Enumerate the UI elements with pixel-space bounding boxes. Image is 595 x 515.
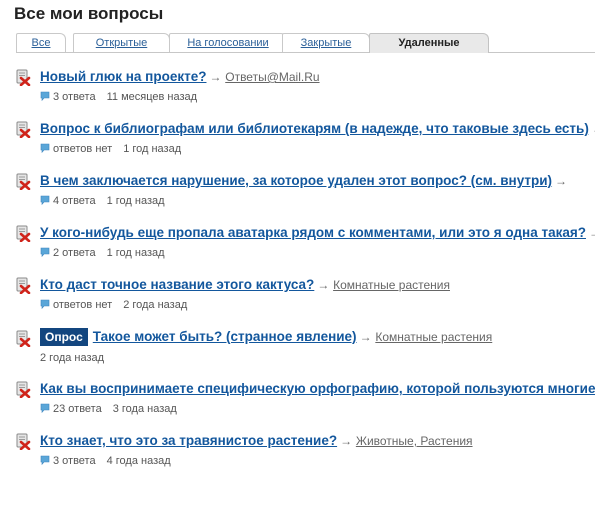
question-row: В чем заключается нарушение, за которое … bbox=[0, 171, 595, 215]
speech-bubble-icon bbox=[40, 143, 50, 154]
category-arrow: → bbox=[588, 226, 595, 240]
question-row: У кого-нибудь еще пропала аватарка рядом… bbox=[0, 223, 595, 267]
question-title-line: Как вы воспринимаете специфическую орфог… bbox=[40, 379, 595, 399]
category-link[interactable]: Ответы@Mail.Ru bbox=[225, 70, 319, 84]
question-meta: 2 года назад bbox=[40, 351, 104, 365]
tab-all[interactable]: Все bbox=[16, 33, 66, 52]
question-title-link[interactable]: У кого-нибудь еще пропала аватарка рядом… bbox=[40, 225, 586, 240]
status-tabs: Все Открытые На голосовании Закрытые Уда… bbox=[16, 33, 595, 53]
deleted-question-icon bbox=[14, 277, 31, 295]
question-row: Как вы воспринимаете специфическую орфог… bbox=[0, 379, 595, 423]
question-title-line: У кого-нибудь еще пропала аватарка рядом… bbox=[40, 223, 595, 243]
question-title-link[interactable]: Такое может быть? (странное явление) bbox=[93, 329, 357, 344]
question-row: Кто знает, что это за травянистое растен… bbox=[0, 431, 595, 475]
question-title-link[interactable]: Кто знает, что это за травянистое растен… bbox=[40, 433, 337, 448]
tab-voting[interactable]: На голосовании bbox=[169, 33, 287, 52]
category-link[interactable]: Животные, Растения bbox=[356, 434, 473, 448]
page-title: Все мои вопросы bbox=[14, 4, 164, 23]
speech-bubble-icon bbox=[40, 403, 50, 414]
speech-bubble-icon bbox=[40, 455, 50, 466]
deleted-question-icon bbox=[14, 225, 31, 243]
category-arrow: → bbox=[555, 174, 568, 188]
question-time: 4 года назад bbox=[106, 455, 171, 467]
question-title-line: Кто даст точное название этого кактуса? →… bbox=[40, 275, 595, 295]
answers-count: 23 ответа bbox=[53, 403, 102, 415]
answers-count: ответов нет bbox=[53, 299, 113, 311]
category-arrow: → bbox=[359, 330, 372, 344]
tab-deleted[interactable]: Удаленные bbox=[369, 33, 489, 53]
tab-closed[interactable]: Закрытые bbox=[282, 33, 370, 52]
deleted-question-icon bbox=[14, 173, 31, 191]
question-title-line: Новый глюк на проекте? → Ответы@Mail.Ru bbox=[40, 67, 595, 87]
question-title-link[interactable]: Новый глюк на проекте? bbox=[40, 69, 206, 84]
question-row: Вопрос к библиографам или библиотекарям … bbox=[0, 119, 595, 163]
question-meta: 3 ответа 11 месяцев назад bbox=[40, 90, 197, 104]
category-arrow: → bbox=[317, 278, 330, 292]
answers-count: 4 ответа bbox=[53, 195, 96, 207]
deleted-question-icon bbox=[14, 330, 31, 348]
question-time: 1 год назад bbox=[123, 143, 182, 155]
category-arrow: → bbox=[209, 70, 222, 84]
speech-bubble-icon bbox=[40, 247, 50, 258]
answers-count: 2 ответа bbox=[53, 247, 96, 259]
question-meta: ответов нет 2 года назад bbox=[40, 298, 187, 312]
question-time: 11 месяцев назад bbox=[106, 91, 198, 103]
deleted-question-icon bbox=[14, 381, 31, 399]
category-arrow: → bbox=[340, 434, 353, 448]
tabs-baseline bbox=[16, 52, 595, 53]
deleted-question-icon bbox=[14, 121, 31, 139]
question-time: 1 год назад bbox=[106, 247, 165, 259]
question-time: 3 года назад bbox=[112, 403, 177, 415]
question-title-line: Вопрос к библиографам или библиотекарям … bbox=[40, 119, 595, 139]
question-meta: 4 ответа 1 год назад bbox=[40, 194, 165, 208]
question-title-link[interactable]: Как вы воспринимаете специфическую орфог… bbox=[40, 381, 595, 396]
deleted-question-icon bbox=[14, 69, 31, 87]
question-row: Кто даст точное название этого кактуса? →… bbox=[0, 275, 595, 319]
category-link[interactable]: Комнатные растения bbox=[375, 330, 492, 344]
question-title-link[interactable]: Вопрос к библиографам или библиотекарям … bbox=[40, 121, 589, 136]
speech-bubble-icon bbox=[40, 195, 50, 206]
poll-badge: Опрос bbox=[40, 328, 88, 346]
question-time: 2 года назад bbox=[123, 299, 188, 311]
speech-bubble-icon bbox=[40, 299, 50, 310]
question-title-line: В чем заключается нарушение, за которое … bbox=[40, 171, 595, 191]
answers-count: ответов нет bbox=[53, 143, 113, 155]
answers-count: 3 ответа bbox=[53, 91, 96, 103]
speech-bubble-icon bbox=[40, 91, 50, 102]
question-time: 2 года назад bbox=[40, 352, 105, 364]
deleted-question-icon bbox=[14, 433, 31, 451]
question-row: Новый глюк на проекте? → Ответы@Mail.Ru 3 … bbox=[0, 67, 595, 111]
question-title-line: Опрос Такое может быть? (странное явление… bbox=[40, 327, 595, 347]
category-link[interactable]: Комнатные растения bbox=[333, 278, 450, 292]
question-row: Опрос Такое может быть? (странное явление… bbox=[0, 327, 595, 371]
answers-count: 3 ответа bbox=[53, 455, 96, 467]
tab-open[interactable]: Открытые bbox=[73, 33, 170, 52]
question-meta: 2 ответа 1 год назад bbox=[40, 246, 165, 260]
question-title-line: Кто знает, что это за травянистое растен… bbox=[40, 431, 595, 451]
question-title-link[interactable]: Кто даст точное название этого кактуса? bbox=[40, 277, 314, 292]
question-title-link[interactable]: В чем заключается нарушение, за которое … bbox=[40, 173, 552, 188]
question-meta: ответов нет 1 год назад bbox=[40, 142, 181, 156]
question-time: 1 год назад bbox=[106, 195, 165, 207]
question-meta: 23 ответа 3 года назад bbox=[40, 402, 177, 416]
question-meta: 3 ответа 4 года назад bbox=[40, 454, 171, 468]
